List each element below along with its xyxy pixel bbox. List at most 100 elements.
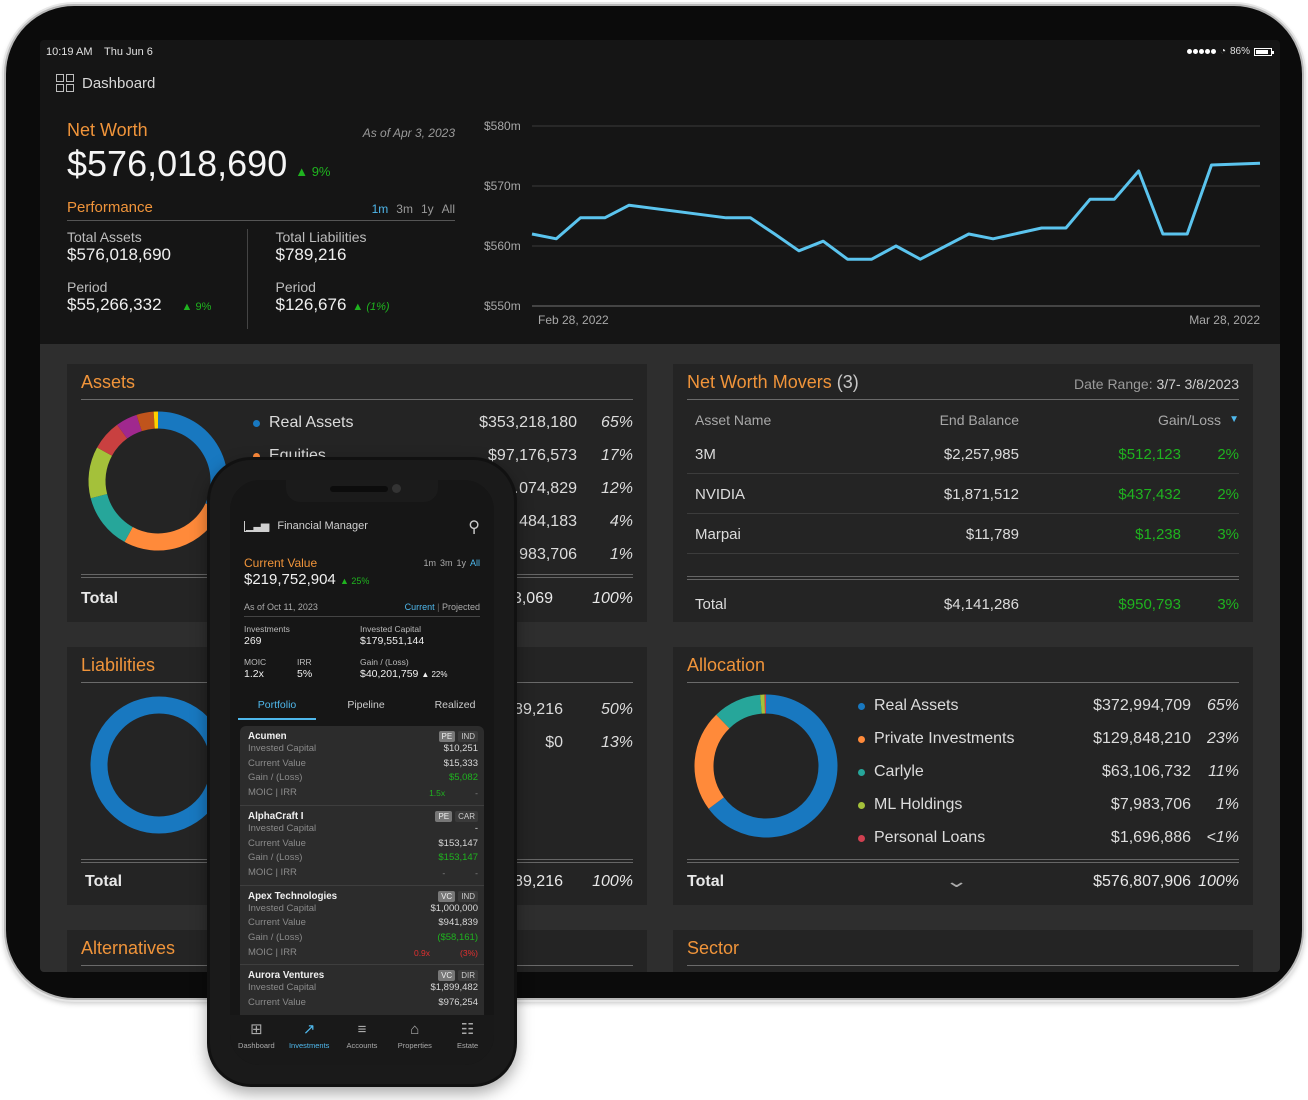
legend-amount: $129,848,210: [1093, 730, 1191, 747]
expand-chevron-icon[interactable]: ⌄: [944, 871, 968, 892]
investment-tags: PE CAR: [435, 810, 478, 822]
field-value: $941,839: [438, 917, 478, 929]
col-gain-loss[interactable]: Gain/Loss: [1158, 412, 1221, 428]
movers-total-end: $4,141,286: [943, 596, 1019, 613]
dashboard-icon: ⊞: [250, 1021, 263, 1038]
phone-device: ▁▃▅ Financial Manager ⚲ Current Value $2…: [207, 457, 517, 1087]
field-label: Current Value: [248, 917, 306, 929]
status-date: Thu Jun 6: [104, 46, 153, 58]
field-value: $1,000,000: [430, 902, 478, 914]
nav-investments[interactable]: ↗ Investments: [283, 1015, 335, 1065]
liabilities-period-label: Period: [275, 279, 316, 295]
phone-range-all[interactable]: All: [470, 558, 480, 568]
tab-portfolio[interactable]: Portfolio: [238, 699, 316, 720]
legend-pct: 12%: [600, 480, 633, 497]
date-range-value[interactable]: 3/7- 3/8/2023: [1156, 376, 1239, 392]
phone-range-1m[interactable]: 1m: [423, 558, 436, 568]
field-label: Gain / (Loss): [248, 852, 303, 864]
legend-pct: 17%: [600, 447, 633, 464]
y-tick-label: $560m: [484, 239, 521, 253]
invested-capital-stat: Invested Capital $179,551,144: [360, 624, 425, 647]
phone-range-1y[interactable]: 1y: [456, 558, 466, 568]
nav-label: Dashboard: [238, 1041, 275, 1050]
sort-desc-icon[interactable]: ▼: [1229, 414, 1239, 425]
nav-label: Accounts: [346, 1041, 378, 1050]
asset-name: Marpai: [695, 526, 741, 543]
moic-stat: MOIC 1.2x: [244, 657, 267, 680]
phone-range-selector: 1m 3m 1y All: [423, 558, 480, 568]
nav-dashboard[interactable]: ⊞ Dashboard: [230, 1015, 282, 1065]
legend-dot: [858, 736, 865, 743]
investment-list-item[interactable]: AlphaCraft I PE CAR Invested Capital - Curren…: [240, 806, 484, 886]
phone-range-3m[interactable]: 3m: [440, 558, 453, 568]
end-balance: $2,257,985: [943, 446, 1019, 463]
field-label: MOIC | IRR: [248, 946, 297, 958]
tab-pipeline[interactable]: Pipeline: [327, 699, 405, 711]
field-label: Invested Capital: [248, 902, 317, 914]
total-assets-value: $576,018,690: [67, 245, 171, 264]
legend-pct: 65%: [1206, 697, 1239, 714]
liabilities-total-label: Total: [85, 873, 123, 890]
field-label: Gain / (Loss): [248, 932, 303, 944]
field-label: MOIC | IRR: [248, 866, 297, 878]
tab-realized[interactable]: Realized: [416, 699, 494, 711]
invested-capital-row: Invested Capital -: [248, 822, 478, 837]
investment-list-item[interactable]: Apex Technologies VC IND Invested Capital $1…: [240, 886, 484, 966]
gain-loss-stat: Gain / (Loss) $40,201,759 ▲ 22%: [360, 657, 448, 680]
y-tick-label: $550m: [484, 299, 521, 313]
legend-dot: [858, 703, 865, 710]
nav-properties[interactable]: ⌂ Properties: [389, 1015, 441, 1065]
range-all[interactable]: All: [442, 202, 455, 216]
investment-tags: VC DIR: [438, 970, 478, 982]
phone-current-value: Current Value $219,752,904 ▲ 25% 1m 3m 1y A…: [244, 556, 480, 588]
legend-amount: $1,696,886: [1110, 829, 1191, 846]
field-value: $153,147: [438, 837, 478, 849]
mode-projected-tab[interactable]: Projected: [442, 602, 480, 612]
range-3m[interactable]: 3m: [396, 202, 413, 216]
gain-loss-row: Gain / (Loss) ($58,161): [248, 931, 478, 946]
nav-estate[interactable]: ☷ Estate: [442, 1015, 494, 1065]
assets-period-label: Period: [67, 279, 108, 295]
movers-table-row[interactable]: Marpai $11,789 $1,238 3%: [687, 514, 1239, 554]
search-icon[interactable]: ⚲: [468, 517, 480, 537]
allocation-total-amount: $576,807,906: [1093, 873, 1191, 890]
current-value-row: Current Value $15,333: [248, 757, 478, 772]
investment-list-item[interactable]: Acumen PE IND Invested Capital $10,251 Curren…: [240, 726, 484, 806]
range-selector: 1m 3m 1y All: [372, 202, 455, 216]
nav-label: Properties: [397, 1041, 432, 1050]
field-value: ($58,161): [437, 932, 478, 944]
house-icon: ⌂: [410, 1021, 420, 1038]
movers-table-row[interactable]: NVIDIA $1,871,512 $437,432 2%: [687, 474, 1239, 514]
nav-accounts[interactable]: ≡ Accounts: [336, 1015, 388, 1065]
moic-irr-row: MOIC | IRR 0.9x (3%): [248, 946, 478, 961]
allocation-legend-row: ML Holdings $7,983,706 1%: [673, 794, 1239, 818]
investment-type-badge: PE: [438, 731, 456, 742]
range-1m[interactable]: 1m: [372, 202, 389, 216]
investment-list-item[interactable]: Aurora Ventures VC DIR Invested Capital $1,8…: [240, 965, 484, 1016]
col-end-balance[interactable]: End Balance: [940, 412, 1019, 428]
range-1y[interactable]: 1y: [421, 202, 434, 216]
mode-current-tab[interactable]: Current: [405, 602, 435, 612]
legend-name: Carlyle: [874, 763, 924, 780]
phone-app-header: ▁▃▅ Financial Manager ⚲: [244, 519, 480, 536]
net-worth-line-chart: $580m $570m $560m $550m Feb 28, 2022 Mar 28, …: [484, 119, 1261, 327]
assets-legend-row: Real Assets $353,218,180 65%: [67, 412, 633, 436]
legend-amount: $353,218,180: [479, 414, 577, 431]
legend-name: Personal Loans: [874, 829, 986, 846]
phone-screen: ▁▃▅ Financial Manager ⚲ Current Value $2…: [230, 480, 494, 1065]
legend-pct: 65%: [600, 414, 633, 431]
net-worth-series-line: [531, 161, 1261, 261]
phone-as-of: As of Oct 11, 2023: [244, 602, 318, 612]
invested-capital-row: Invested Capital $1,000,000: [248, 902, 478, 917]
invested-capital-row: Invested Capital $1,899,482: [248, 981, 478, 996]
document-icon: ☷: [460, 1021, 475, 1038]
movers-table-row[interactable]: 3M $2,257,985 $512,123 2%: [687, 434, 1239, 474]
net-worth-value: $576,018,690: [67, 143, 288, 184]
allocation-legend-row: Real Assets $372,994,709 65%: [673, 695, 1239, 719]
phone-bottom-nav: ⊞ Dashboard ↗ Investments ≡ Accounts ⌂ Properti…: [230, 1015, 494, 1065]
field-label: Current Value: [248, 997, 306, 1009]
app-header[interactable]: Dashboard: [56, 74, 155, 92]
total-assets-label: Total Assets: [67, 229, 142, 245]
col-asset-name[interactable]: Asset Name: [695, 412, 771, 428]
investments-stat: Investments 269: [244, 624, 290, 647]
